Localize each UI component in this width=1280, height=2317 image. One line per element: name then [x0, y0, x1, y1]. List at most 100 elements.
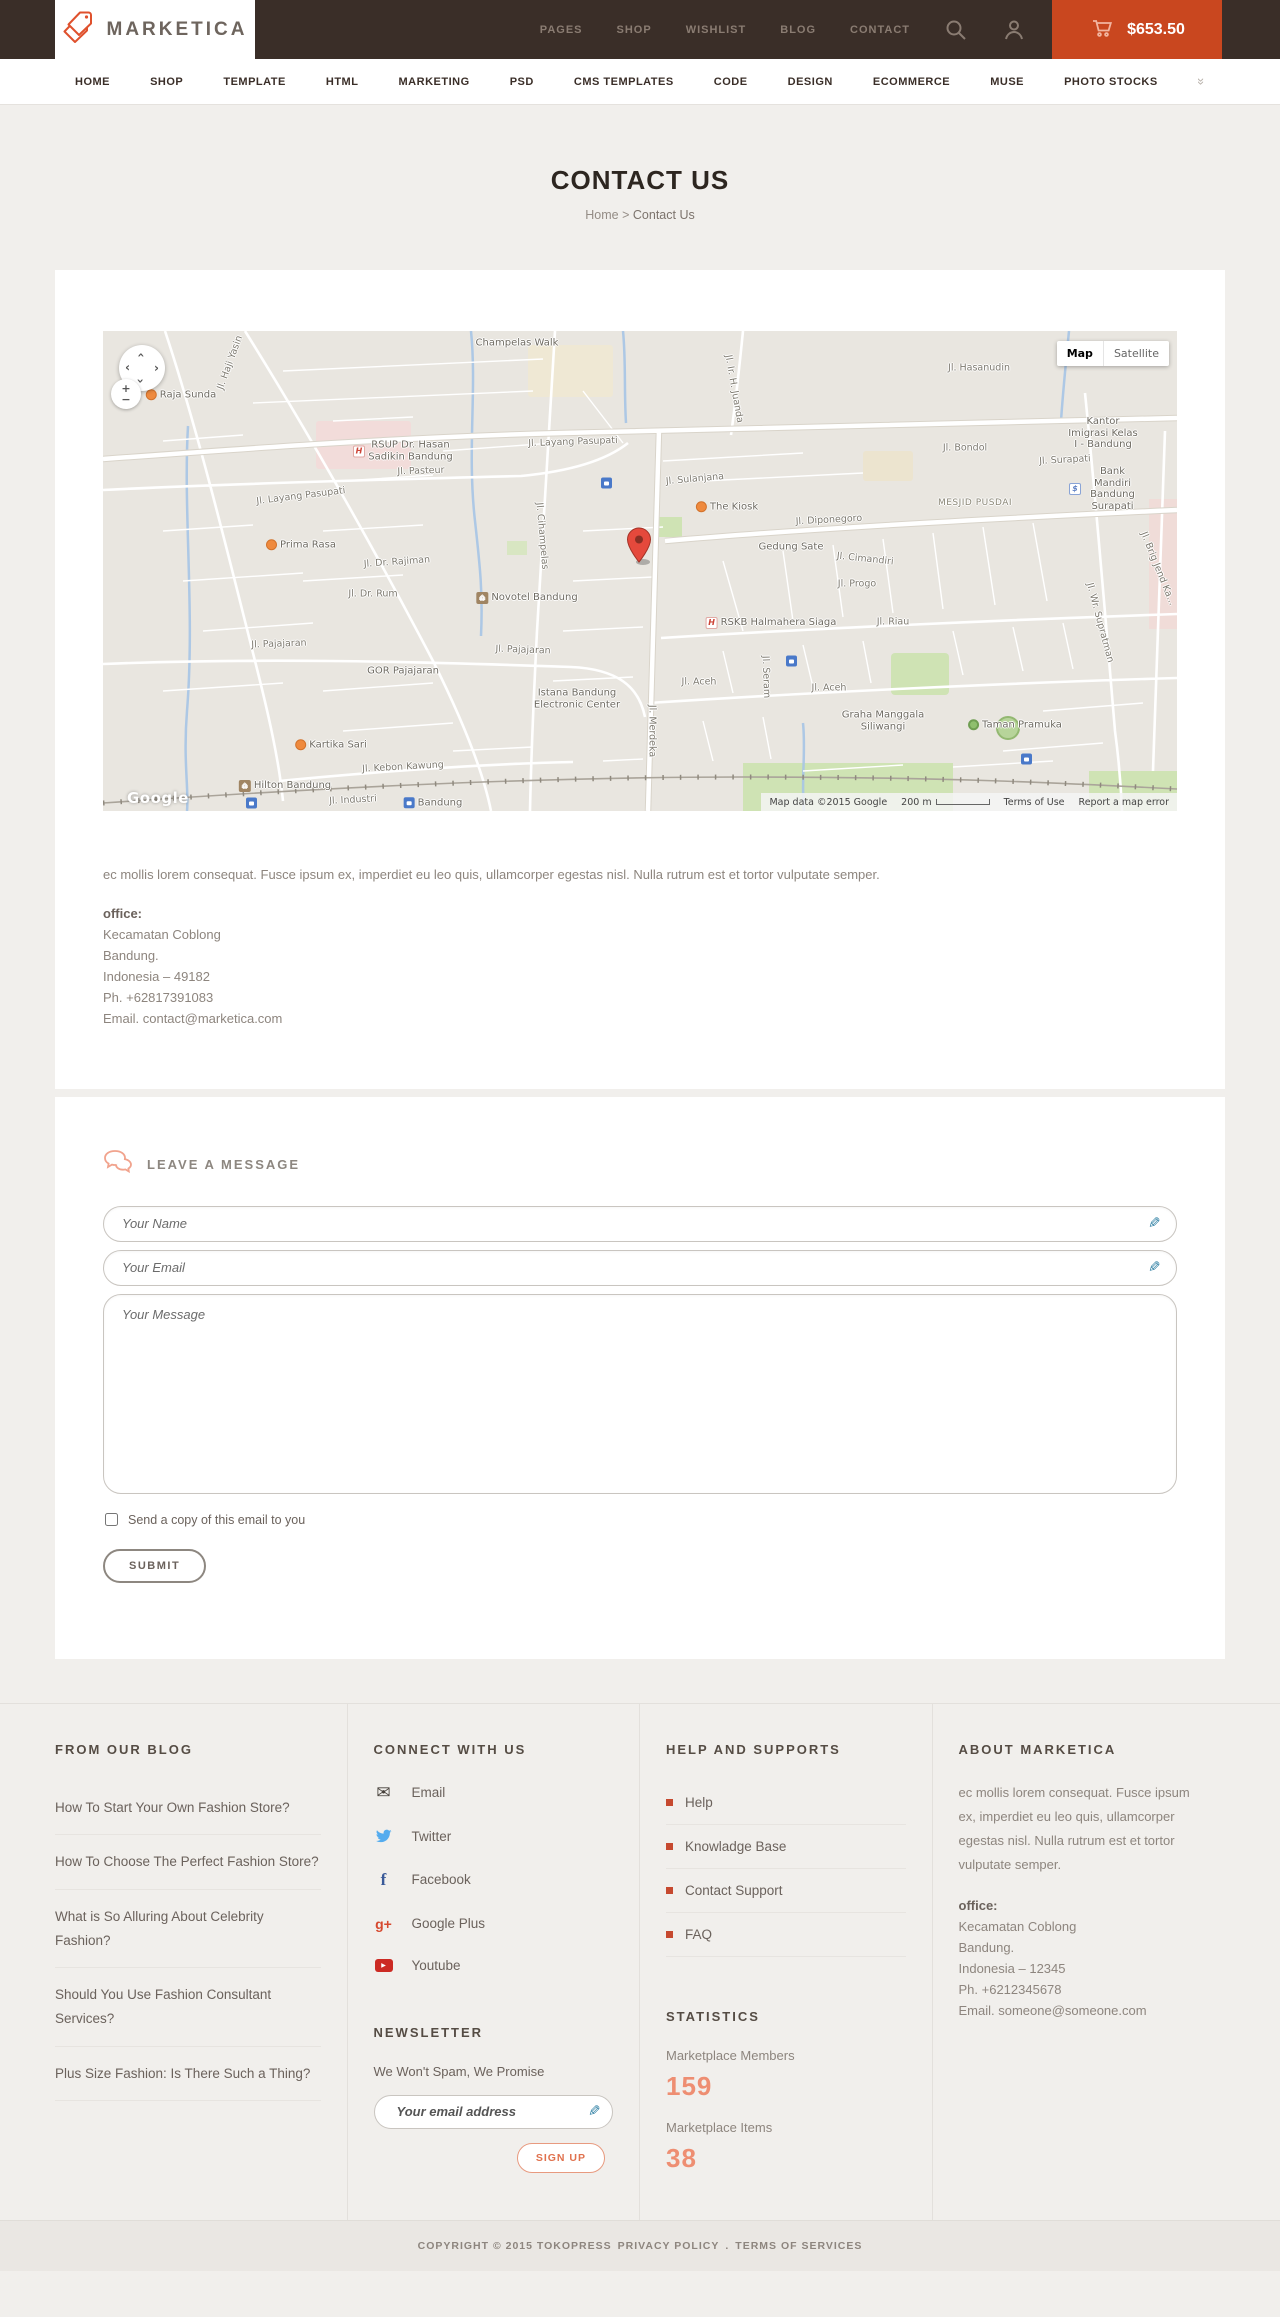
- blog-post-link[interactable]: Should You Use Fashion Consultant Servic…: [55, 1968, 321, 2047]
- map-label: Bank Mandiri Bandung Surapati: [1069, 466, 1141, 512]
- connect-column-title: CONNECT WITH US: [373, 1741, 527, 1757]
- office-line: Kecamatan Coblong: [103, 926, 221, 942]
- map-label: Jl. Pajajaran: [251, 637, 307, 651]
- social-link-google-plus[interactable]: g+ Google Plus: [374, 1916, 614, 1932]
- terms-link[interactable]: TERMS OF SERVICES: [735, 2240, 862, 2252]
- map-poi-icon: [601, 477, 612, 489]
- map-poi-icon: [968, 719, 980, 731]
- map-label: Istana Bandung Electronic Center: [533, 687, 621, 711]
- map-terms-link[interactable]: Terms of Use: [1004, 797, 1065, 808]
- social-link-youtube[interactable]: Youtube: [374, 1958, 614, 1973]
- message-textarea[interactable]: [103, 1293, 1177, 1494]
- catnav-marketing[interactable]: MARKETING: [399, 76, 470, 88]
- office-line: Indonesia – 49182: [103, 968, 210, 984]
- signup-button[interactable]: SIGN UP: [516, 2142, 605, 2173]
- blog-column-title: FROM OUR BLOG: [55, 1741, 193, 1757]
- map-label: Jl. Pasteur: [397, 464, 445, 478]
- catnav-design[interactable]: DESIGN: [788, 76, 833, 88]
- zoom-out-icon[interactable]: −: [121, 394, 130, 405]
- email-input[interactable]: [103, 1249, 1177, 1286]
- pen-icon: ✎: [588, 2102, 601, 2120]
- top-nav-blog[interactable]: BLOG: [780, 24, 816, 36]
- catnav-home[interactable]: HOME: [75, 76, 110, 88]
- map-data-text: Map data ©2015 Google: [769, 796, 888, 808]
- social-link-twitter[interactable]: Twitter: [374, 1829, 614, 1844]
- map-poi-icon: [476, 592, 489, 604]
- help-link[interactable]: Knowladge Base: [666, 1825, 906, 1869]
- blog-post-link[interactable]: What is So Alluring About Celebrity Fash…: [55, 1890, 321, 1969]
- footer: FROM OUR BLOG How To Start Your Own Fash…: [0, 1702, 1280, 2220]
- chevron-down-icon[interactable]: »: [1194, 78, 1209, 85]
- blog-post-link[interactable]: How To Choose The Perfect Fashion Store?: [55, 1835, 321, 1891]
- social-link-facebook[interactable]: f Facebook: [374, 1870, 614, 1890]
- catnav-muse[interactable]: MUSE: [990, 76, 1024, 88]
- google-map[interactable]: Champelas Walk Jl. Hasanudin Raja Sunda …: [103, 331, 1177, 811]
- map-zoom-control[interactable]: + −: [111, 379, 141, 409]
- footer-about-column: ABOUT MARKETICA ec mollis lorem consequa…: [933, 1704, 1226, 2220]
- blog-post-link[interactable]: How To Start Your Own Fashion Store?: [55, 1781, 321, 1836]
- map-poi-icon: [238, 780, 251, 792]
- catnav-ecommerce[interactable]: ECOMMERCE: [873, 76, 950, 88]
- pan-right-icon[interactable]: ›: [154, 362, 159, 374]
- social-link-email[interactable]: ✉ Email: [374, 1783, 614, 1803]
- send-copy-label: Send a copy of this email to you: [128, 1512, 306, 1527]
- about-office-line: Email. someone@someone.com: [958, 2003, 1147, 2019]
- square-bullet-icon: [666, 1842, 673, 1850]
- stat-items-value: 38: [666, 2142, 697, 2173]
- map-label: Novotel Bandung: [476, 592, 578, 604]
- tag-icon: [63, 11, 97, 48]
- map-label: Jl. Dr. Rum: [348, 588, 398, 600]
- map-label: Jl. Seram: [759, 655, 773, 699]
- catnav-code[interactable]: CODE: [714, 76, 748, 88]
- top-nav-contact[interactable]: CONTACT: [850, 24, 910, 36]
- map-poi-icon: [295, 739, 307, 751]
- about-text: ec mollis lorem consequat. Fusce ipsum e…: [958, 1784, 1190, 1872]
- search-icon[interactable]: [944, 18, 968, 42]
- pen-icon: ✎: [1148, 1214, 1161, 1232]
- logo[interactable]: MARKETICA: [55, 0, 255, 59]
- top-nav-pages[interactable]: PAGES: [540, 24, 583, 36]
- newsletter-email-input[interactable]: [373, 2094, 613, 2129]
- category-nav: HOME SHOP TEMPLATE HTML MARKETING PSD CM…: [0, 59, 1280, 105]
- submit-button[interactable]: SUBMIT: [103, 1548, 207, 1583]
- map-report-error-link[interactable]: Report a map error: [1079, 797, 1169, 808]
- map-label: Kartika Sari: [295, 739, 367, 751]
- map-label: Jl. Bondol: [942, 442, 988, 454]
- catnav-cms-templates[interactable]: CMS TEMPLATES: [574, 76, 674, 88]
- map-poi-icon: [353, 445, 365, 457]
- catnav-shop[interactable]: SHOP: [150, 76, 183, 88]
- pan-up-icon[interactable]: ›: [133, 353, 147, 358]
- catnav-photo-stocks[interactable]: PHOTO STOCKS: [1064, 76, 1158, 88]
- map-poi-icon: [1021, 753, 1032, 765]
- map-type-satellite-button[interactable]: Satellite: [1102, 341, 1169, 366]
- help-link[interactable]: FAQ: [666, 1913, 906, 1957]
- top-nav-shop[interactable]: SHOP: [617, 24, 652, 36]
- catnav-psd[interactable]: PSD: [510, 76, 534, 88]
- catnav-html[interactable]: HTML: [326, 76, 359, 88]
- map-scale-bar: [935, 799, 990, 805]
- breadcrumb-home[interactable]: Home: [585, 208, 618, 222]
- copyright-text: COPYRIGHT © 2015 TOKOPRESS: [417, 2239, 612, 2252]
- user-icon[interactable]: [1002, 18, 1026, 42]
- map-type-map-button[interactable]: Map: [1056, 341, 1103, 366]
- stat-members-label: Marketplace Members: [666, 2047, 795, 2063]
- breadcrumb: Home > Contact Us: [0, 208, 1280, 222]
- stat-members-value: 159: [666, 2070, 713, 2101]
- top-nav-wishlist[interactable]: WISHLIST: [686, 24, 747, 36]
- name-input[interactable]: [103, 1205, 1177, 1242]
- map-label: Jl. Progo: [837, 578, 877, 590]
- help-link[interactable]: Contact Support: [666, 1869, 906, 1913]
- blog-post-link[interactable]: Plus Size Fashion: Is There Such a Thing…: [55, 2047, 321, 2102]
- cart-total: $653.50: [1127, 20, 1185, 38]
- pan-left-icon[interactable]: ›: [125, 361, 130, 375]
- cart-button[interactable]: $653.50: [1052, 0, 1222, 59]
- map-attribution: Map data ©2015 Google 200 m Terms of Use…: [761, 793, 1177, 811]
- map-label: Prima Rasa: [266, 539, 336, 551]
- map-canvas: [103, 331, 1177, 811]
- help-link[interactable]: Help: [666, 1781, 906, 1825]
- privacy-policy-link[interactable]: PRIVACY POLICY: [618, 2240, 720, 2252]
- send-copy-checkbox[interactable]: [105, 1513, 118, 1527]
- office-line: Ph. +62817391083: [103, 989, 214, 1005]
- catnav-template[interactable]: TEMPLATE: [223, 76, 285, 88]
- top-nav: PAGES SHOP WISHLIST BLOG CONTACT: [540, 0, 1052, 59]
